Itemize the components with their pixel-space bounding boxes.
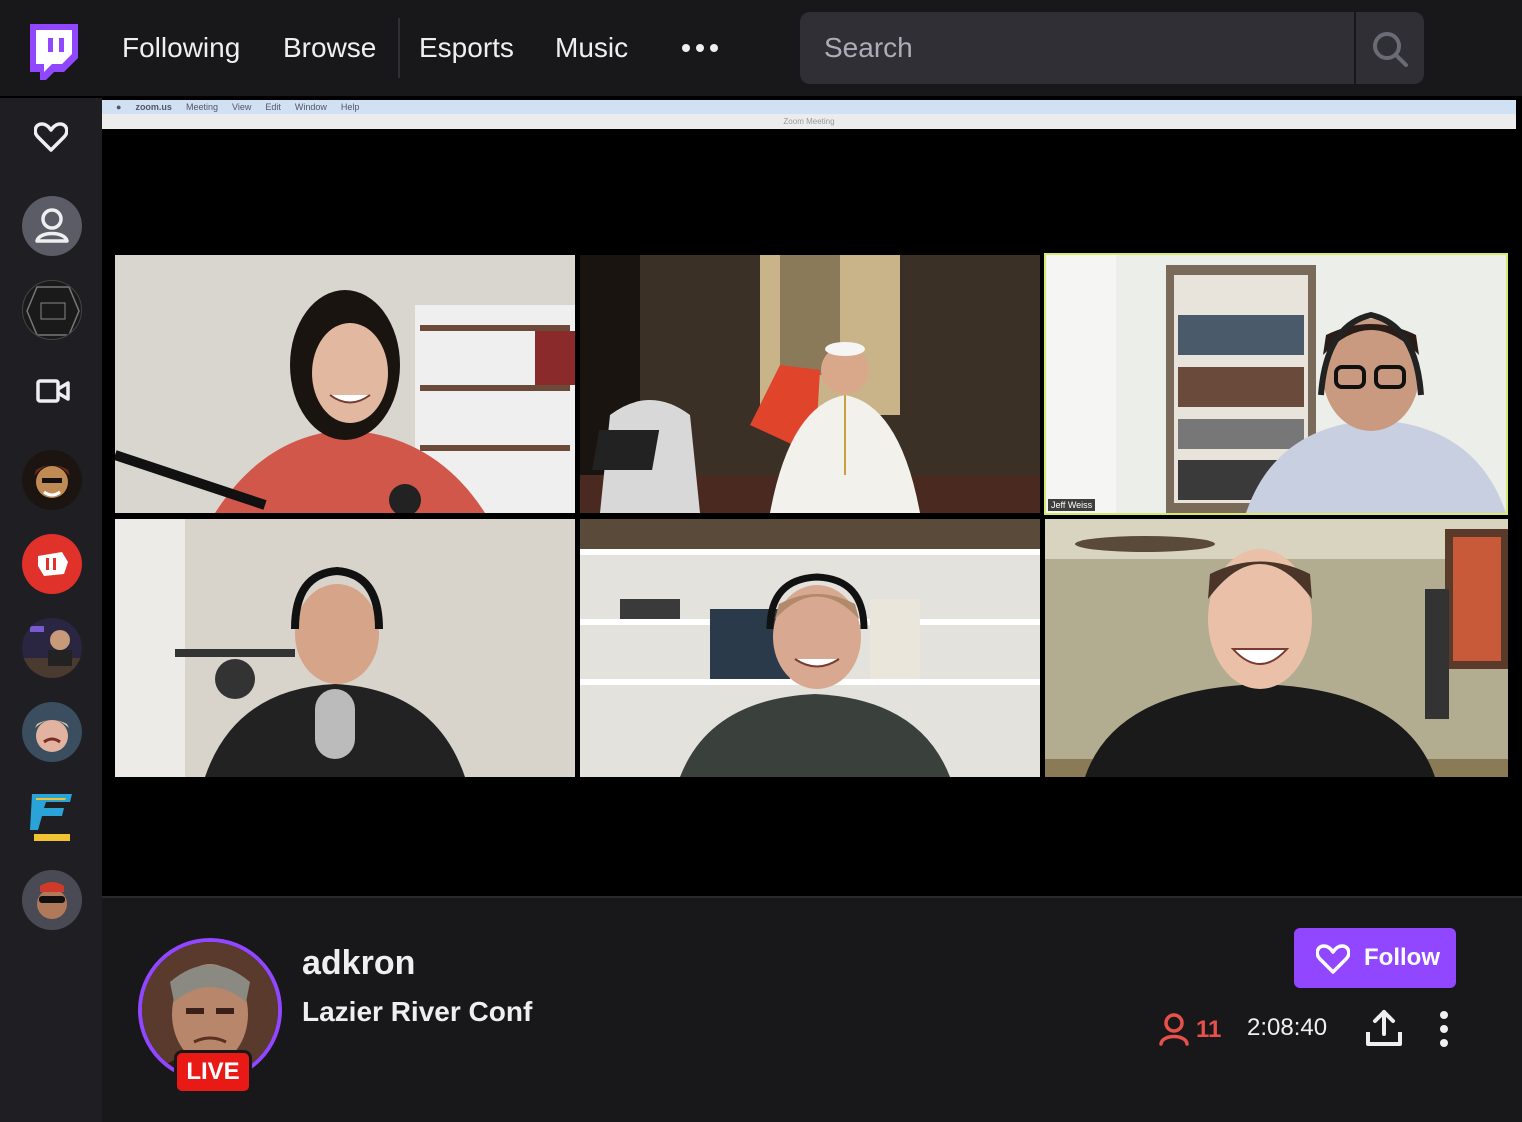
stream-uptime: 2:08:40 <box>1247 1014 1328 1041</box>
channel-avatar[interactable] <box>22 450 82 510</box>
top-nav: Following Browse Esports Music Search <box>0 0 1522 98</box>
nav-divider <box>398 18 400 78</box>
channel-avatar[interactable] <box>22 702 82 762</box>
participant-tile <box>1045 519 1508 777</box>
participant-tile-active-speaker: Jeff Weiss <box>1044 253 1508 515</box>
nav-following[interactable]: Following <box>122 30 240 66</box>
more-dots-icon[interactable] <box>680 40 720 56</box>
channel-avatar[interactable] <box>22 870 82 930</box>
heart-icon <box>1316 944 1350 974</box>
channel-avatar[interactable] <box>22 786 82 846</box>
participant-tile <box>580 519 1040 777</box>
search-button[interactable] <box>1356 12 1424 84</box>
channel-avatar[interactable] <box>22 280 82 340</box>
apple-icon: ● <box>116 102 122 112</box>
search-input[interactable]: Search <box>800 12 1354 84</box>
viewer-count-value: 11 <box>1196 1016 1222 1043</box>
nav-music[interactable]: Music <box>555 30 628 66</box>
nav-esports[interactable]: Esports <box>419 30 514 66</box>
heart-icon[interactable] <box>34 122 68 152</box>
stream-title: Lazier River Conf <box>302 996 533 1027</box>
sidebar <box>0 98 102 1122</box>
more-options-icon[interactable] <box>1434 1010 1454 1048</box>
user-icon[interactable] <box>22 196 82 256</box>
channel-avatar[interactable] <box>22 618 82 678</box>
channel-avatar[interactable] <box>22 534 82 594</box>
zoom-menu-bar: ● zoom.us Meeting View Edit Window Help <box>102 100 1516 114</box>
participant-tile <box>115 255 575 513</box>
live-badge: LIVE <box>174 1050 252 1094</box>
video-camera-icon[interactable] <box>36 378 70 404</box>
video-player[interactable]: ● zoom.us Meeting View Edit Window Help Zoom M… <box>102 98 1522 896</box>
share-icon[interactable] <box>1364 1008 1404 1048</box>
follow-button[interactable]: Follow <box>1294 928 1456 988</box>
nav-browse[interactable]: Browse <box>283 30 376 66</box>
participant-tile <box>580 255 1040 513</box>
viewer-icon <box>1159 1013 1189 1046</box>
channel-name[interactable]: adkron <box>302 944 415 983</box>
twitch-logo-icon[interactable] <box>26 24 78 80</box>
search-icon <box>1373 32 1408 67</box>
follow-label: Follow <box>1364 944 1440 971</box>
participant-tile <box>115 519 575 777</box>
zoom-window-title: Zoom Meeting <box>102 114 1516 129</box>
participant-name-label: Jeff Weiss <box>1048 499 1096 511</box>
channel-info: LIVE adkron Lazier River Conf Follow 11 … <box>102 896 1522 1122</box>
